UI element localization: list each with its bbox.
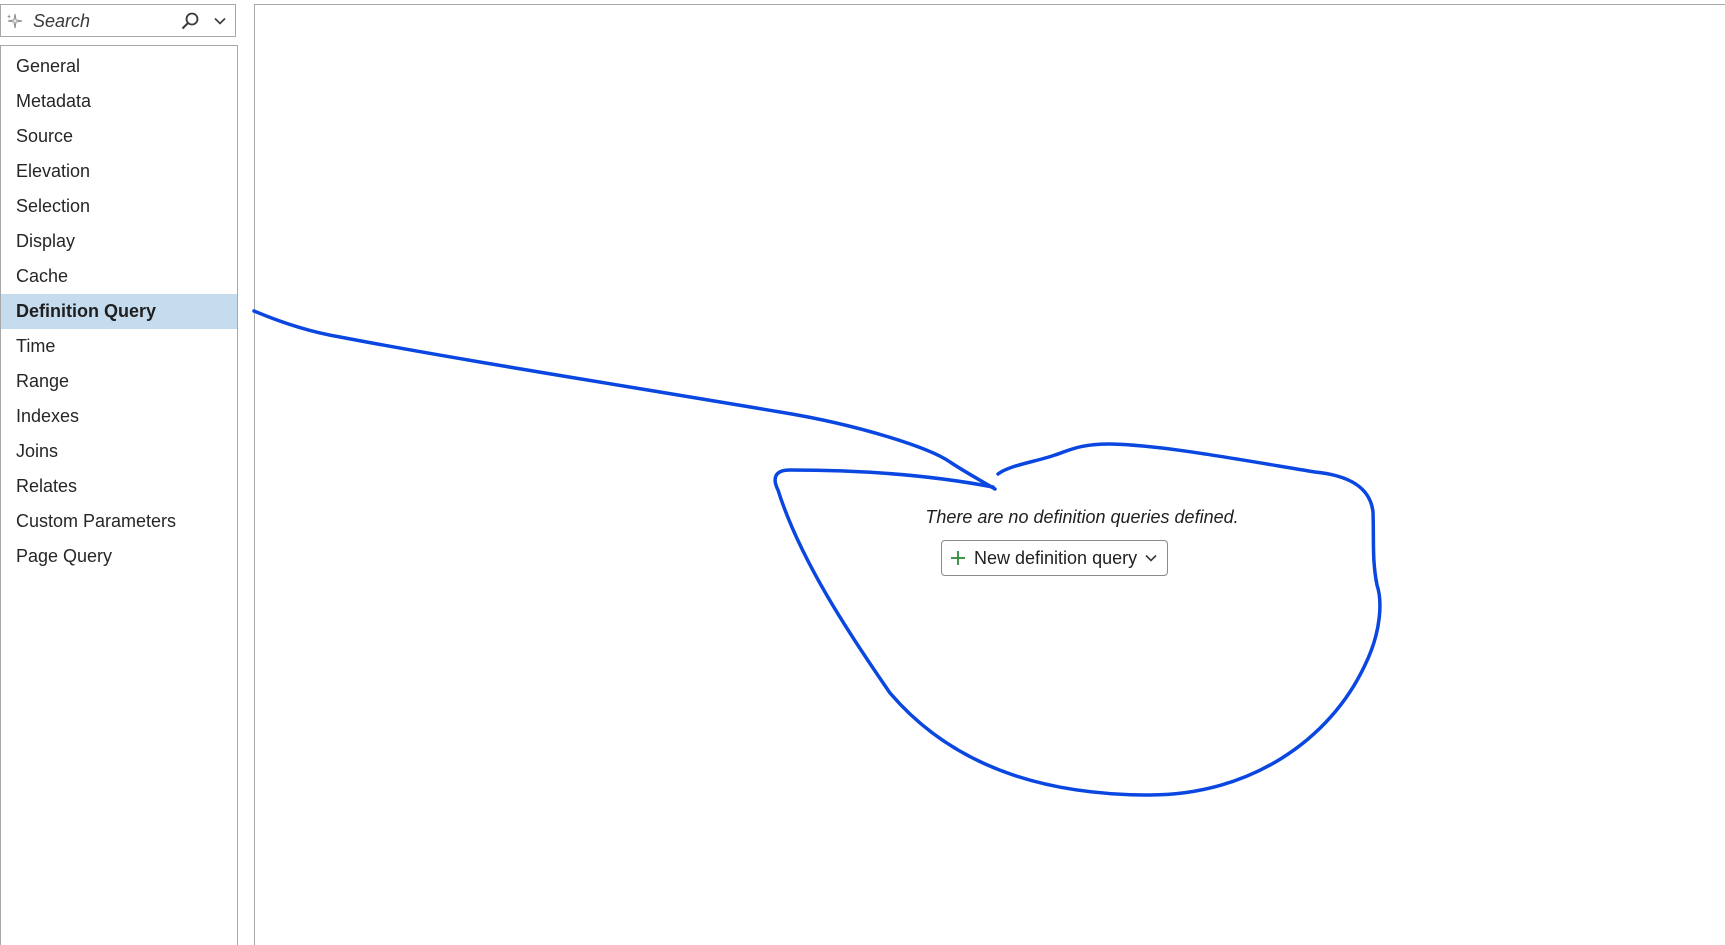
- chevron-down-icon[interactable]: [1143, 550, 1159, 566]
- sidebar-item-general[interactable]: General: [1, 49, 237, 84]
- nav-list: General Metadata Source Elevation Select…: [1, 46, 237, 574]
- sidebar-item-elevation[interactable]: Elevation: [1, 154, 237, 189]
- sidebar-item-indexes[interactable]: Indexes: [1, 399, 237, 434]
- search-icon[interactable]: [179, 10, 201, 32]
- sidebar-item-joins[interactable]: Joins: [1, 434, 237, 469]
- sparkle-icon: [5, 11, 25, 31]
- sidebar-item-source[interactable]: Source: [1, 119, 237, 154]
- sidebar-item-selection[interactable]: Selection: [1, 189, 237, 224]
- search-input[interactable]: Search: [33, 10, 179, 32]
- sidebar-item-custom-parameters[interactable]: Custom Parameters: [1, 504, 237, 539]
- sidebar-item-definition-query[interactable]: Definition Query: [1, 294, 237, 329]
- sidebar-item-time[interactable]: Time: [1, 329, 237, 364]
- new-definition-query-button[interactable]: New definition query: [941, 540, 1168, 576]
- chevron-down-icon[interactable]: [211, 12, 229, 30]
- main-panel: There are no definition queries defined.…: [254, 4, 1725, 945]
- sidebar-item-display[interactable]: Display: [1, 224, 237, 259]
- new-definition-query-label: New definition query: [974, 547, 1138, 568]
- sidebar-item-metadata[interactable]: Metadata: [1, 84, 237, 119]
- sidebar-item-page-query[interactable]: Page Query: [1, 539, 237, 574]
- plus-icon: [949, 549, 967, 567]
- empty-message: There are no definition queries defined.: [925, 507, 1239, 527]
- sidebar-nav: General Metadata Source Elevation Select…: [0, 45, 238, 945]
- search-box[interactable]: Search: [0, 4, 236, 37]
- sidebar-item-range[interactable]: Range: [1, 364, 237, 399]
- sidebar-item-relates[interactable]: Relates: [1, 469, 237, 504]
- sidebar-item-cache[interactable]: Cache: [1, 259, 237, 294]
